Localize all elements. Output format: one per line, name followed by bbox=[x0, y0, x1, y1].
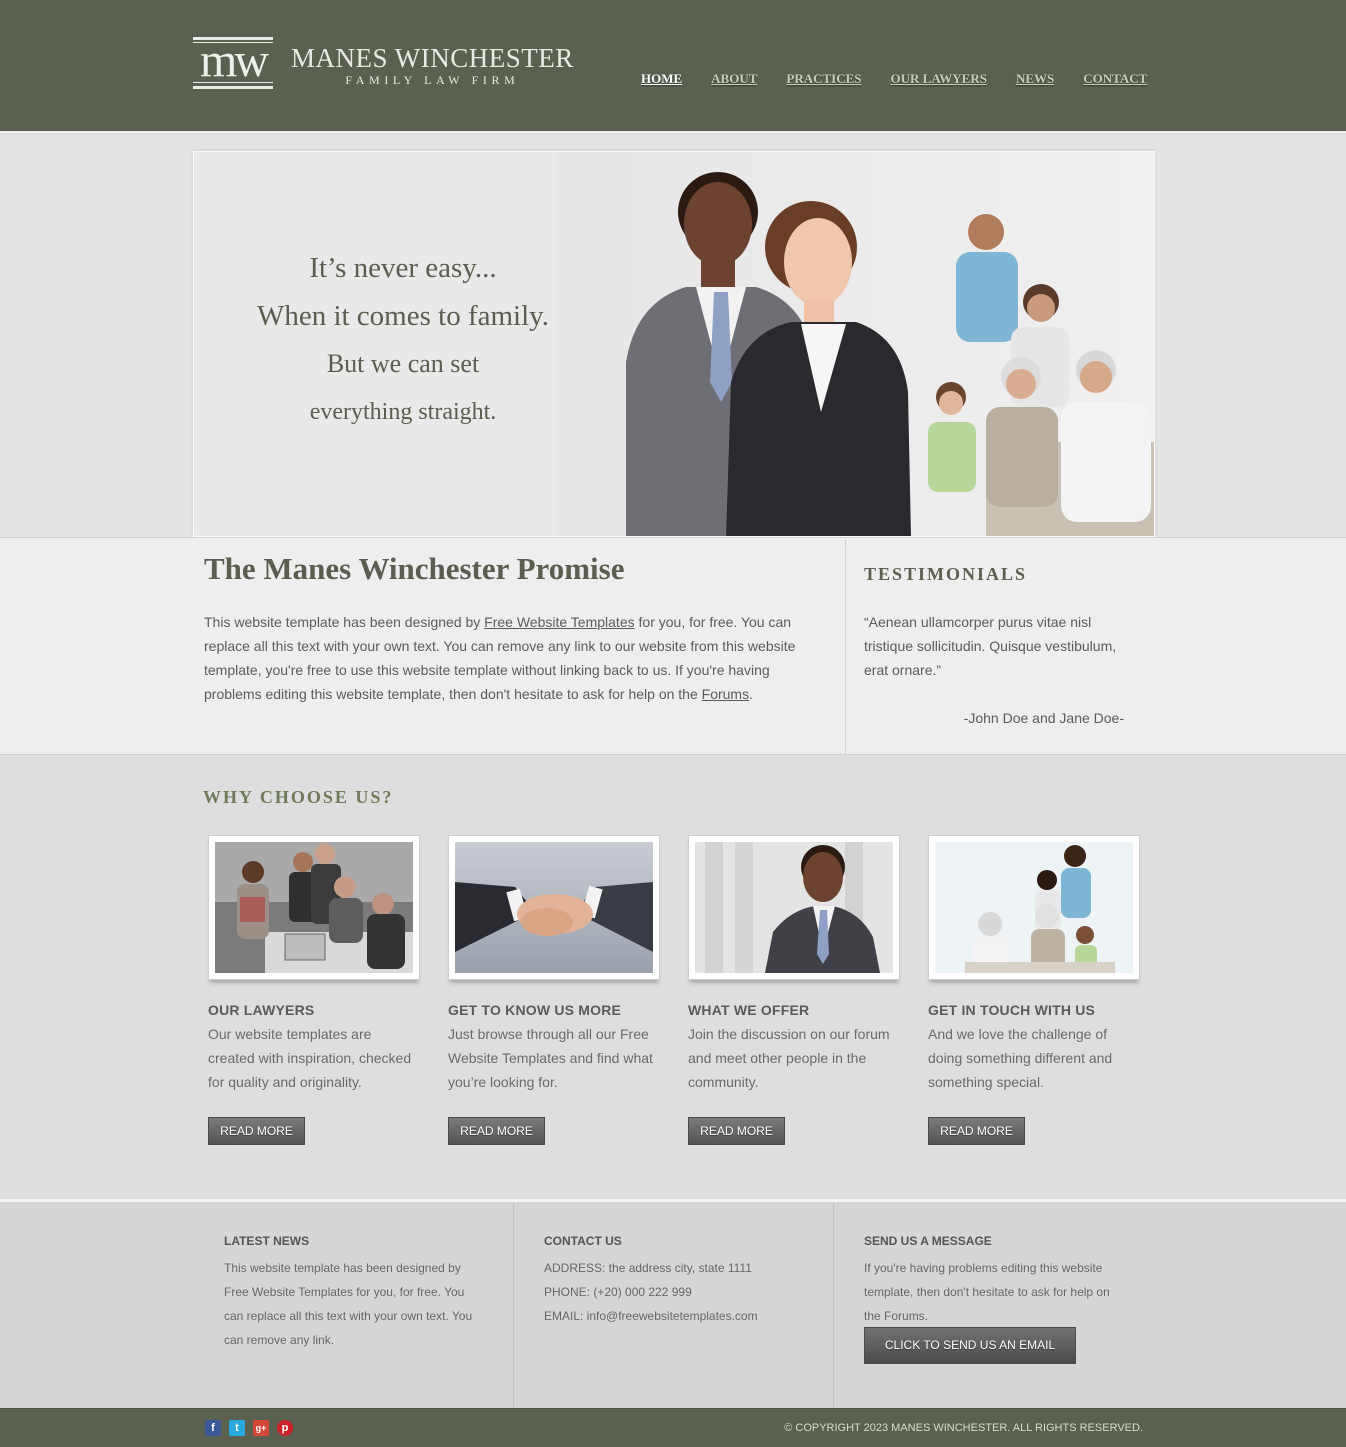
hero-line-3: But we can set bbox=[326, 349, 480, 378]
why-choose-us-title: WHY CHOOSE US? bbox=[203, 787, 394, 807]
promise-title: The Manes Winchester Promise bbox=[204, 551, 625, 586]
facebook-icon[interactable]: f bbox=[205, 1420, 221, 1436]
read-more-button[interactable]: READ MORE bbox=[928, 1117, 1025, 1145]
nav-news[interactable]: NEWS bbox=[1016, 71, 1054, 87]
forums-link[interactable]: Forums bbox=[702, 686, 749, 702]
site-header: mw MANES WINCHESTER FAMILY LAW FIRM HOME… bbox=[0, 0, 1346, 133]
latest-news-text: This website template has been designed … bbox=[224, 1261, 473, 1347]
logo-letters: mw bbox=[200, 34, 269, 87]
card-our-lawyers: OUR LAWYERS Our website templates are cr… bbox=[208, 835, 420, 1145]
nav-contact[interactable]: CONTACT bbox=[1083, 71, 1147, 87]
testimonial-author: -John Doe and Jane Doe- bbox=[963, 710, 1124, 726]
twitter-icon[interactable]: t bbox=[229, 1420, 245, 1436]
contact-us-title: CONTACT US bbox=[544, 1234, 622, 1248]
hero-banner: It’s never easy... When it comes to fami… bbox=[193, 151, 1155, 537]
lawyer-portrait-photo[interactable] bbox=[695, 842, 893, 973]
google-plus-icon[interactable]: g+ bbox=[253, 1420, 269, 1436]
read-more-button[interactable]: READ MORE bbox=[208, 1117, 305, 1145]
card-text: Join the discussion on our forum and mee… bbox=[688, 1026, 890, 1090]
footer-latest-news: LATEST NEWS This website template has be… bbox=[224, 1234, 479, 1352]
bottom-bar bbox=[0, 1408, 1346, 1447]
contact-phone: PHONE: (+20) 000 222 999 bbox=[544, 1285, 692, 1299]
logo-mark-icon: mw bbox=[193, 37, 275, 90]
promise-text: This website template has been designed … bbox=[204, 610, 814, 706]
nav-practices[interactable]: PRACTICES bbox=[786, 71, 861, 87]
footer-send-message: SEND US A MESSAGE If you're having probl… bbox=[864, 1234, 1124, 1328]
card-get-in-touch: GET IN TOUCH WITH US And we love the cha… bbox=[928, 835, 1140, 1145]
footer-divider bbox=[513, 1203, 514, 1408]
promise-divider bbox=[845, 540, 846, 754]
card-heading: WHAT WE OFFER bbox=[688, 1002, 810, 1018]
logo-text: MANES WINCHESTER FAMILY LAW FIRM bbox=[291, 42, 574, 86]
card-what-we-offer: WHAT WE OFFER Join the discussion on our… bbox=[688, 835, 900, 1145]
card-image-frame bbox=[928, 835, 1140, 980]
contact-email[interactable]: EMAIL: info@freewebsitetemplates.com bbox=[544, 1304, 814, 1328]
logo-subtitle: FAMILY LAW FIRM bbox=[345, 72, 520, 87]
card-heading: OUR LAWYERS bbox=[208, 1002, 315, 1018]
hero-photo-lawyers-and-family bbox=[556, 152, 1154, 536]
hero-line-2: When it comes to family. bbox=[256, 300, 550, 332]
latest-news-title: LATEST NEWS bbox=[224, 1234, 310, 1248]
free-website-templates-link[interactable]: Free Website Templates bbox=[484, 614, 634, 630]
promise-text-part-3: . bbox=[749, 686, 753, 702]
hero-line-4: everything straight. bbox=[309, 399, 497, 425]
family-photo[interactable] bbox=[935, 842, 1133, 973]
nav-about[interactable]: ABOUT bbox=[711, 71, 757, 87]
footer-divider bbox=[833, 1203, 834, 1408]
handshake-photo[interactable] bbox=[455, 842, 653, 973]
send-email-button[interactable]: CLICK TO SEND US AN EMAIL bbox=[864, 1327, 1076, 1364]
promise-text-part-1: This website template has been designed … bbox=[204, 614, 485, 630]
footer-contact-us: CONTACT US ADDRESS: the address city, st… bbox=[544, 1234, 814, 1328]
read-more-button[interactable]: READ MORE bbox=[688, 1117, 785, 1145]
copyright-text: © COPYRIGHT 2023 MANES WINCHESTER. ALL R… bbox=[784, 1422, 1143, 1434]
hero-tagline: It’s never easy... When it comes to fami… bbox=[194, 244, 612, 436]
send-message-title: SEND US A MESSAGE bbox=[864, 1234, 992, 1248]
pinterest-icon[interactable]: p bbox=[277, 1420, 293, 1436]
nav-home[interactable]: HOME bbox=[641, 71, 682, 87]
card-text: And we love the challenge of doing somet… bbox=[928, 1026, 1113, 1090]
main-nav: HOME ABOUT PRACTICES OUR LAWYERS NEWS CO… bbox=[641, 71, 1147, 87]
hero-line-1: It’s never easy... bbox=[309, 252, 497, 284]
card-heading: GET TO KNOW US MORE bbox=[448, 1002, 622, 1018]
card-image-frame bbox=[688, 835, 900, 980]
card-image-frame bbox=[208, 835, 420, 980]
nav-our-lawyers[interactable]: OUR LAWYERS bbox=[891, 71, 987, 87]
card-text: Our website templates are created with i… bbox=[208, 1026, 412, 1090]
meeting-photo[interactable] bbox=[215, 842, 413, 973]
read-more-button[interactable]: READ MORE bbox=[448, 1117, 545, 1145]
contact-details: ADDRESS: the address city, state 1111 PH… bbox=[544, 1256, 814, 1328]
card-get-to-know-us: GET TO KNOW US MORE Just browse through … bbox=[448, 835, 660, 1145]
site-logo[interactable]: mw MANES WINCHESTER FAMILY LAW FIRM bbox=[193, 37, 574, 90]
testimonial-quote: “Aenean ullamcorper purus vitae nisl tri… bbox=[864, 614, 1117, 678]
logo-title: MANES WINCHESTER bbox=[291, 42, 574, 73]
send-message-text: If you're having problems editing this w… bbox=[864, 1261, 1110, 1323]
contact-address: ADDRESS: the address city, state 1111 bbox=[544, 1261, 752, 1275]
card-text: Just browse through all our Free Website… bbox=[448, 1026, 653, 1090]
card-image-frame bbox=[448, 835, 660, 980]
card-heading: GET IN TOUCH WITH US bbox=[928, 1002, 1096, 1018]
testimonials-title: TESTIMONIALS bbox=[864, 564, 1028, 584]
